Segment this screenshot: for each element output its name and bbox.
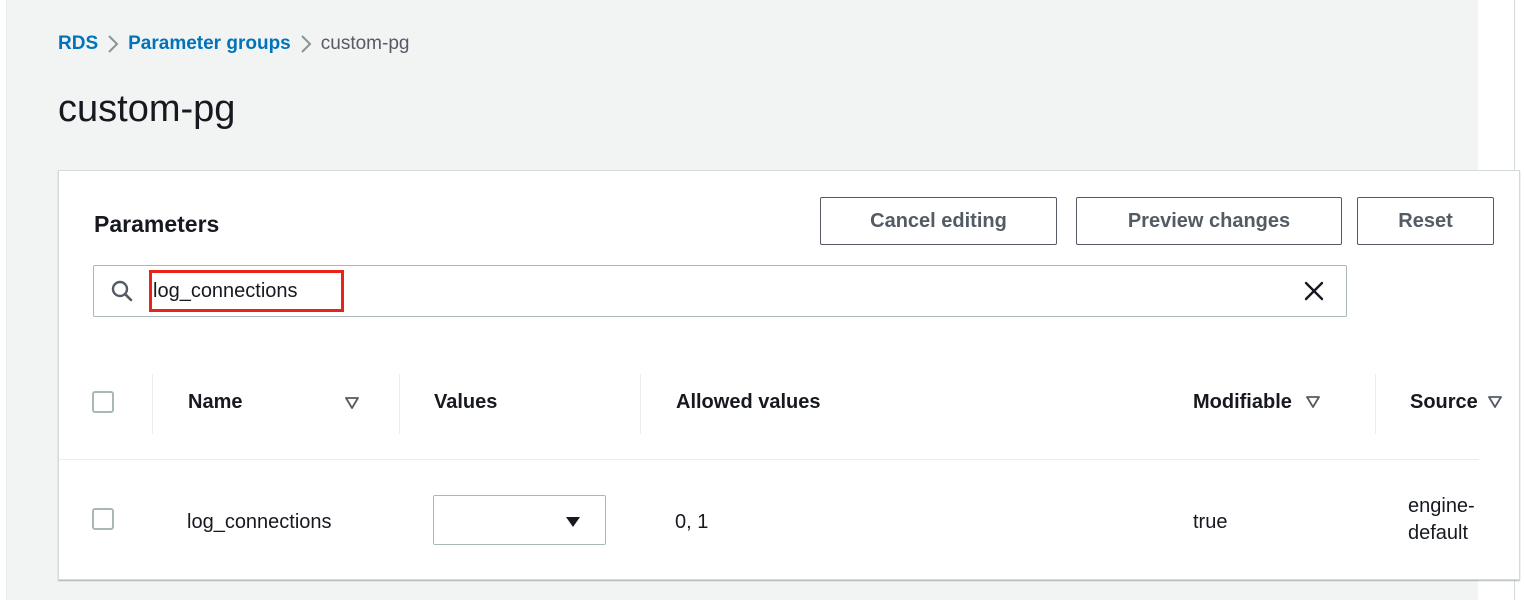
- column-divider: [1375, 374, 1376, 434]
- select-all-checkbox[interactable]: [92, 391, 114, 413]
- source-line: default: [1408, 522, 1469, 544]
- close-icon[interactable]: [1302, 279, 1326, 308]
- column-header-label: Name: [188, 391, 243, 413]
- reset-button[interactable]: Reset: [1357, 197, 1494, 245]
- sort-down-icon: [1305, 391, 1320, 414]
- column-header-label: Values: [434, 391, 498, 413]
- chevron-right-icon: [291, 33, 321, 55]
- modifiable-cell: true: [1193, 511, 1228, 533]
- column-header-modifiable[interactable]: Modifiable: [1193, 391, 1320, 414]
- allowed-values-cell: 0, 1: [675, 511, 709, 533]
- row-divider: [59, 459, 1479, 460]
- breadcrumb: RDS Parameter groups custom-pg: [58, 33, 409, 55]
- breadcrumb-link-rds[interactable]: RDS: [58, 33, 98, 55]
- panel-title: Parameters: [94, 211, 220, 237]
- source-line: engine-: [1408, 495, 1475, 517]
- value-select[interactable]: [433, 495, 606, 545]
- page-title: custom-pg: [58, 88, 236, 130]
- breadcrumb-current: custom-pg: [320, 33, 410, 54]
- search-box: [93, 265, 1347, 317]
- column-header-label: Source: [1410, 391, 1478, 413]
- sort-down-icon[interactable]: [345, 396, 359, 414]
- sort-down-icon: [1487, 391, 1502, 414]
- column-header-name[interactable]: Name: [188, 391, 242, 414]
- left-edge: [0, 0, 7, 600]
- parameter-name-cell: log_connections: [187, 511, 332, 533]
- column-divider: [640, 374, 641, 434]
- cancel-editing-button[interactable]: Cancel editing: [820, 197, 1057, 245]
- column-header-label: Modifiable: [1193, 391, 1292, 413]
- caret-down-icon: [565, 515, 581, 533]
- search-icon: [110, 279, 134, 308]
- column-divider: [399, 374, 400, 434]
- parameters-panel: Parameters Cancel editing Preview change…: [58, 170, 1520, 580]
- chevron-right-icon: [98, 33, 128, 55]
- column-header-source[interactable]: Source: [1410, 391, 1502, 414]
- column-header-label: Allowed values: [676, 391, 821, 413]
- source-cell: engine- default: [1408, 493, 1475, 547]
- column-divider: [152, 374, 153, 434]
- column-header-values: Values: [434, 391, 497, 414]
- preview-changes-button[interactable]: Preview changes: [1076, 197, 1342, 245]
- column-header-allowed-values: Allowed values: [676, 391, 821, 414]
- breadcrumb-link-parameter-groups[interactable]: Parameter groups: [128, 33, 291, 55]
- row-checkbox[interactable]: [92, 508, 114, 530]
- search-input[interactable]: [149, 272, 1269, 310]
